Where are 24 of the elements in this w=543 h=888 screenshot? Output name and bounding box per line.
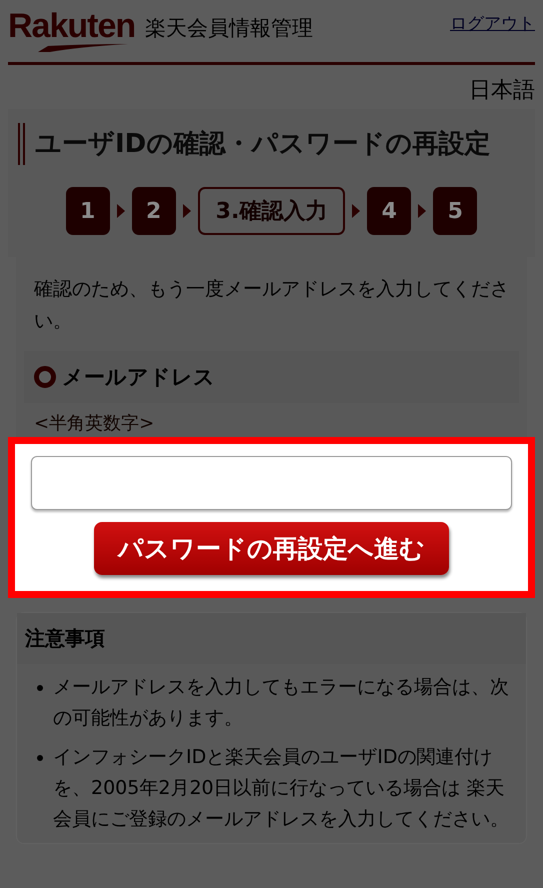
submit-button[interactable]: パスワードの再設定へ進む xyxy=(94,522,449,575)
email-field[interactable] xyxy=(31,456,512,510)
page-title: ユーザIDの確認・パスワードの再設定 xyxy=(18,123,525,165)
step-indicator: 3.確認入力 xyxy=(198,187,346,235)
bullet-icon xyxy=(37,685,43,691)
step-indicator: 2 xyxy=(132,187,176,235)
language-link[interactable]: 日本語 xyxy=(469,75,535,105)
arrow-icon xyxy=(352,204,360,218)
site-title: 楽天会員情報管理 xyxy=(145,15,314,42)
bullet-icon xyxy=(34,366,56,388)
arrow-icon xyxy=(182,204,191,218)
step-indicator: 5 xyxy=(433,187,478,235)
arrow-icon xyxy=(116,204,125,218)
arrow-icon xyxy=(418,204,426,218)
notice-text: インフォシークIDと楽天会員のユーザIDの関連付けを、2005年2月20日以前に行なっている場合は 楽天会員にご登録のメールアドレスを入力してください。 xyxy=(53,745,510,832)
instruction-text: 確認のため、もう一度メールアドレスを入力してください。 xyxy=(34,277,510,334)
field-label: メールアドレス xyxy=(62,364,215,391)
field-hint: <半角英数字> xyxy=(33,412,156,436)
bullet-icon xyxy=(37,755,43,761)
logout-link[interactable]: ログアウト xyxy=(450,8,535,35)
logo: Rakuten xyxy=(8,8,136,52)
step-indicator: 4 xyxy=(367,187,412,235)
notice-text: メールアドレスを入力してもエラーになる場合は、次の可能性があります。 xyxy=(53,675,510,731)
step-indicator: 1 xyxy=(66,187,110,235)
